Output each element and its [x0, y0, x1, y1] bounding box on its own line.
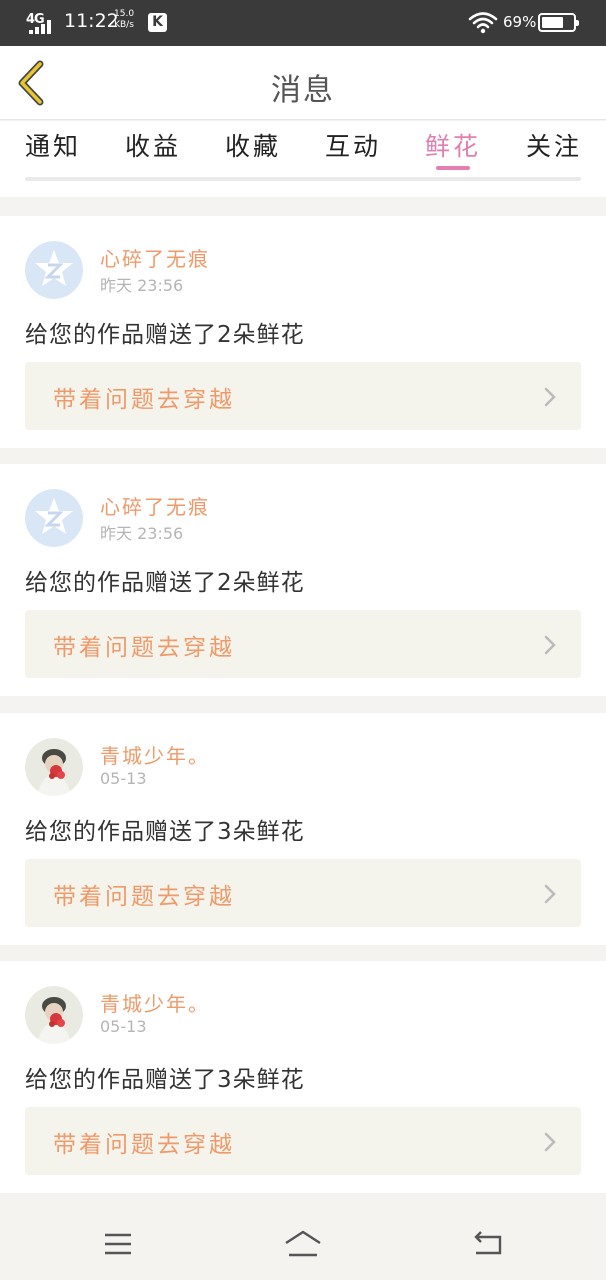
message-time: 昨天 23:56: [100, 276, 184, 295]
work-title: 带着问题去穿越: [53, 387, 235, 413]
message-card: 青城少年。 05-13 给您的作品赠送了3朵鲜花 带着问题去穿越: [0, 713, 606, 945]
avatar-icon: [25, 738, 83, 796]
system-nav-bar: [0, 1210, 606, 1280]
work-title: 带着问题去穿越: [53, 635, 235, 661]
tab-interactions[interactable]: 互动: [325, 127, 381, 163]
signal-icon: [29, 20, 55, 34]
message-card: 青城少年。 05-13 给您的作品赠送了3朵鲜花 带着问题去穿越: [0, 961, 606, 1193]
app-notification-icon: K: [148, 13, 167, 32]
photo-avatar[interactable]: [25, 986, 83, 1044]
wifi-icon: [468, 12, 498, 34]
tab-favorites[interactable]: 收藏: [225, 127, 281, 163]
tab-follows[interactable]: 关注: [526, 127, 582, 163]
page-title: 消息: [271, 73, 335, 108]
message-text: 给您的作品赠送了2朵鲜花: [25, 570, 305, 596]
qq-default-avatar[interactable]: [25, 241, 83, 299]
battery-fill: [542, 17, 563, 28]
qq-default-avatar[interactable]: [25, 489, 83, 547]
sender-name[interactable]: 心碎了无痕: [100, 491, 210, 520]
clock: 11:22: [64, 10, 119, 32]
speed-unit: KB/s: [114, 20, 134, 30]
message-time: 05-13: [100, 769, 147, 788]
chevron-right-icon: [544, 884, 556, 904]
network-speed: 15.0 KB/s: [114, 9, 134, 31]
speed-value: 15.0: [114, 9, 135, 19]
message-text: 给您的作品赠送了3朵鲜花: [25, 819, 305, 845]
app-header: 消息: [0, 46, 606, 120]
sender-name[interactable]: 青城少年。: [100, 988, 210, 1017]
back-icon[interactable]: [472, 1228, 504, 1260]
chevron-right-icon: [544, 635, 556, 655]
message-text: 给您的作品赠送了2朵鲜花: [25, 322, 305, 348]
battery-icon: [538, 13, 579, 32]
message-time: 05-13: [100, 1017, 147, 1036]
menu-icon[interactable]: [103, 1228, 133, 1260]
sender-name[interactable]: 青城少年。: [100, 740, 210, 769]
work-link[interactable]: 带着问题去穿越: [25, 610, 581, 678]
battery-percent: 69%: [503, 13, 537, 31]
message-text: 给您的作品赠送了3朵鲜花: [25, 1067, 305, 1093]
tab-earnings[interactable]: 收益: [125, 127, 181, 163]
tab-bar: 通知 收益 收藏 互动 鲜花 关注: [0, 121, 606, 197]
message-time: 昨天 23:56: [100, 524, 184, 543]
active-tab-indicator: [436, 166, 470, 170]
chevron-right-icon: [544, 1132, 556, 1152]
chevron-right-icon: [544, 387, 556, 407]
avatar-icon: [25, 489, 83, 547]
message-card: 心碎了无痕 昨天 23:56 给您的作品赠送了2朵鲜花 带着问题去穿越: [0, 216, 606, 448]
work-link[interactable]: 带着问题去穿越: [25, 859, 581, 927]
work-link[interactable]: 带着问题去穿越: [25, 1107, 581, 1175]
photo-avatar[interactable]: [25, 738, 83, 796]
tab-divider: [25, 177, 581, 181]
tab-flowers[interactable]: 鲜花: [425, 127, 481, 163]
work-link[interactable]: 带着问题去穿越: [25, 362, 581, 430]
work-title: 带着问题去穿越: [53, 1132, 235, 1158]
work-title: 带着问题去穿越: [53, 884, 235, 910]
status-bar: 4G 11:22 15.0 KB/s K 69%: [0, 0, 606, 46]
avatar-icon: [25, 986, 83, 1044]
message-card: 心碎了无痕 昨天 23:56 给您的作品赠送了2朵鲜花 带着问题去穿越: [0, 464, 606, 696]
tab-notifications[interactable]: 通知: [25, 127, 81, 163]
home-icon[interactable]: [283, 1228, 323, 1260]
avatar-icon: [25, 241, 83, 299]
sender-name[interactable]: 心碎了无痕: [100, 243, 210, 272]
